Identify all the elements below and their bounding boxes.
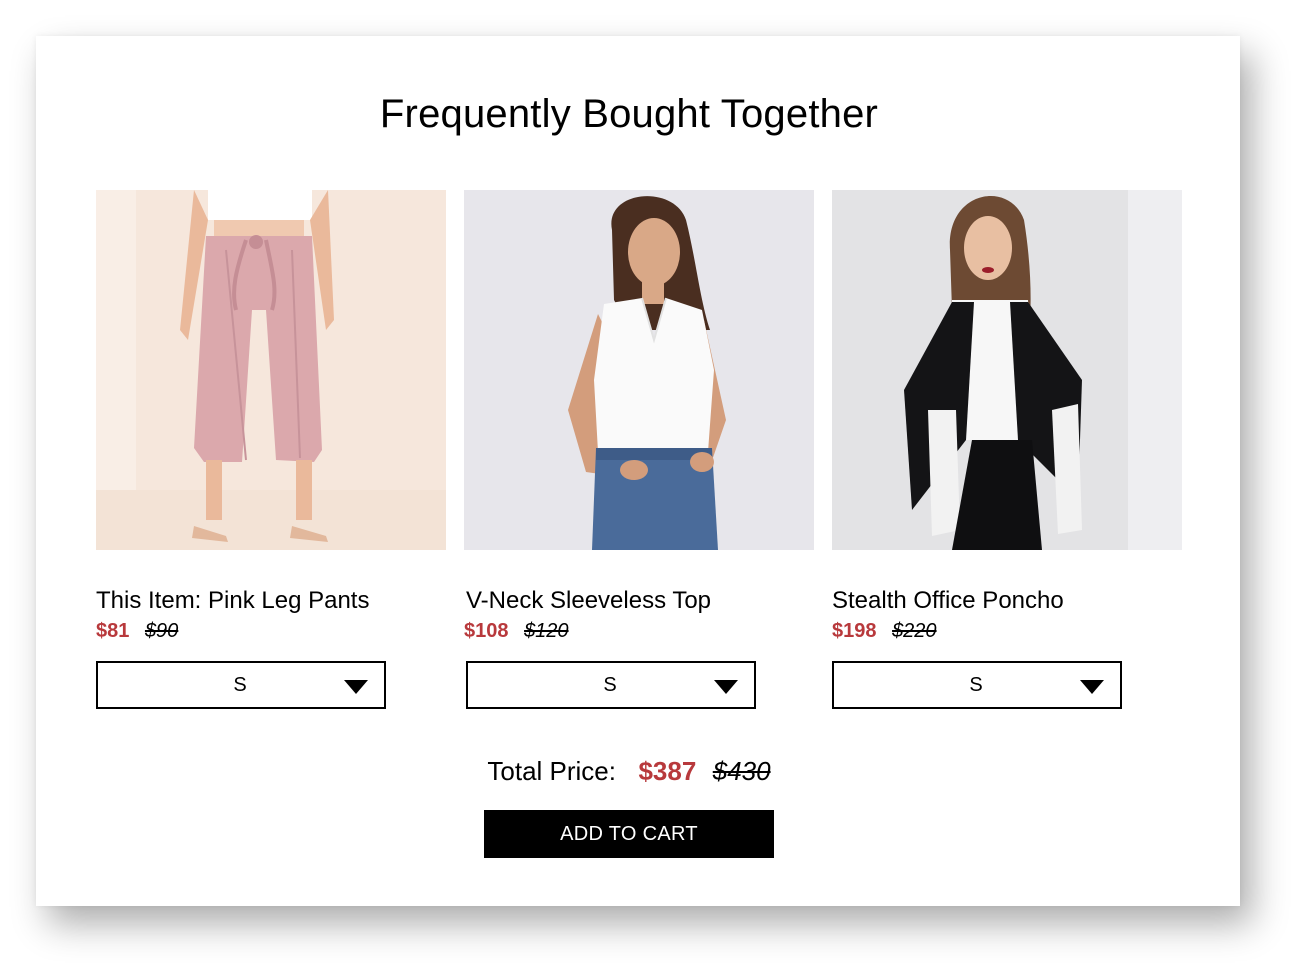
total-original-price: $430 [712, 756, 771, 786]
product-prices: $108 $120 [464, 619, 814, 643]
chevron-down-icon [1080, 680, 1104, 694]
total-sale-price: $387 [638, 756, 697, 786]
sale-price: $108 [464, 620, 509, 642]
section-title: Frequently Bought Together [379, 92, 879, 136]
size-dropdown-value: S [969, 674, 983, 696]
size-dropdown[interactable]: S [96, 661, 386, 709]
add-to-cart-button[interactable]: ADD TO CART [484, 810, 774, 858]
size-dropdown-value: S [603, 674, 617, 696]
original-price: $90 [144, 620, 179, 642]
original-price: $120 [524, 620, 569, 642]
sale-price: $81 [96, 620, 130, 642]
product-name[interactable]: V-Neck Sleeveless Top [464, 586, 814, 616]
product-prices: $81 $90 [96, 619, 446, 643]
chevron-down-icon [714, 680, 738, 694]
product-name[interactable]: This Item: Pink Leg Pants [96, 586, 446, 616]
total-price-label: Total Price: [487, 756, 616, 786]
product-prices: $198 $220 [832, 619, 1182, 643]
size-dropdown[interactable]: S [466, 661, 756, 709]
product-card-poncho: Stealth Office Poncho $198 $220 S [832, 190, 1182, 709]
sale-price: $198 [832, 620, 877, 642]
original-price: $220 [892, 620, 937, 642]
chevron-down-icon [344, 680, 368, 694]
product-image-poncho[interactable] [832, 190, 1182, 550]
product-card-pants: This Item: Pink Leg Pants $81 $90 S [96, 190, 446, 709]
product-image-pants[interactable] [96, 190, 446, 550]
size-dropdown-value: S [233, 674, 247, 696]
product-card-top: V-Neck Sleeveless Top $108 $120 S [464, 190, 814, 709]
bundle-card: Frequently Bought Together This Item: Pi… [36, 36, 1240, 906]
product-name[interactable]: Stealth Office Poncho [832, 586, 1182, 616]
total-price-row: Total Price: $387 $430 [36, 756, 1222, 787]
product-image-top[interactable] [464, 190, 814, 550]
size-dropdown[interactable]: S [832, 661, 1122, 709]
